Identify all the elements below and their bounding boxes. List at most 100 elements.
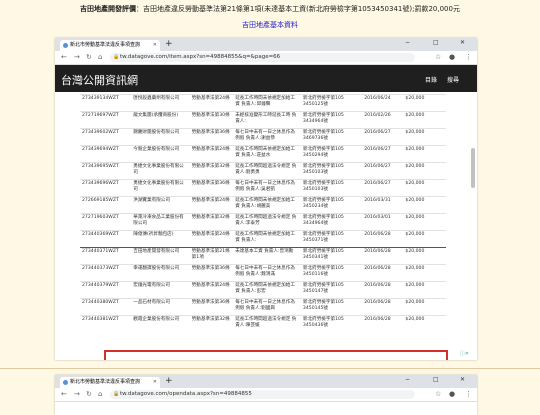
reload-icon[interactable]: ↻: [86, 53, 92, 61]
home-icon[interactable]: ⌂: [98, 53, 102, 61]
table-cell: 勇捷文化事業股份有限公司: [131, 162, 190, 180]
site-title[interactable]: 台灣公開資訊網: [61, 72, 138, 88]
caption: 吉田地產開發評價：吉田地產違反勞動基準法第21條第1項(未達基本工資(新北府勞檢…: [0, 4, 540, 14]
table-cell: 勞動基準法第36條: [189, 179, 234, 197]
highlight-box: [104, 350, 448, 360]
table-cell: 龍文集團(承攬商股份): [131, 111, 190, 129]
star-icon[interactable]: ☆: [435, 390, 441, 398]
table-cell: 延長工作時間未依規定加給工資 負責人:邱鐘聲: [233, 94, 301, 112]
table-cell: 新北府勞檢字第105 3450294號: [300, 145, 363, 163]
table-cell: $20,000: [403, 111, 446, 129]
table-cell: $20,000: [403, 145, 446, 163]
table-cell: 新北府勞檢字第105 3450116號: [300, 264, 363, 282]
browser-tab-2[interactable]: 新北市勞動基準法違反事項查詢 ✕: [60, 377, 160, 388]
scrollbar[interactable]: [471, 148, 475, 188]
ad-choices-icon[interactable]: ⓘ✕: [460, 350, 469, 357]
table-cell: 每七日中未有一日之休息作為例假 負責人:魏鴻滿: [233, 264, 301, 282]
back-icon[interactable]: ←: [61, 53, 67, 61]
table-cell: 錦慶財團股份有限公司: [131, 128, 190, 146]
caption-label: 吉田地產開發評價: [80, 5, 137, 13]
table-cell: 洪湖實業有限公司: [131, 196, 190, 214]
table-cell: 匯悅殺蟲藥劑有限公司: [131, 94, 190, 112]
url-field-2[interactable]: 🔒 tw.datagove.com/opendata.aspx?sn=49884…: [110, 390, 415, 399]
table-cell: 273440380WZT: [80, 298, 132, 316]
table-cell: 勞動基準法第32條: [189, 315, 234, 332]
table-cell: 新北府勞檢字第105 3434964號: [300, 213, 363, 231]
nav-search[interactable]: 搜尋: [447, 75, 459, 84]
table-cell: 2016/06/28: [362, 264, 404, 282]
lock-icon: 🔒: [113, 391, 120, 397]
maximize-button-2[interactable]: □: [433, 376, 439, 383]
close-tab-icon[interactable]: ✕: [153, 377, 157, 388]
table-cell: 2016/06/27: [362, 179, 404, 197]
table-cell: 2016/06/28: [362, 315, 404, 332]
table-cell: 2016/03/31: [362, 196, 404, 214]
url-text-2: tw.datagove.com/opendata.aspx?sn=4988485…: [120, 391, 252, 397]
table-cell: 新北府勞檢字第105 3450436號: [300, 315, 363, 332]
forward-icon[interactable]: →: [74, 53, 80, 61]
table-cell: 272719697WZT: [80, 111, 132, 129]
table-cell: 2016/06/27: [362, 162, 404, 180]
table-cell: 勞動基準法第32條: [189, 162, 234, 180]
table-row: 273440369WZT 陳億傳(祈昇麵包店) 勞動基準法第24條 延長工作時間未依規…: [80, 230, 446, 248]
table-cell: 未達基本工資 負責人:曾鴻勳: [233, 247, 301, 265]
table-cell: 延長工作時間未依規定加給工資 負責人:胡麗美: [233, 196, 301, 214]
table-cell: 新北府勞檢字第105 3450103號: [300, 179, 363, 197]
table-row: 272719697WZT 龍文集團(承攬商股份) 勞動基準法第30條 未經核准變形工時…: [80, 111, 446, 129]
table-row: 273439694WZT 今競企業股份有限公司 勞動基準法第24條 延長工作時間未依規…: [80, 145, 446, 163]
table-cell: 吉田地產開發有限公司: [131, 247, 190, 265]
favicon-icon: [63, 380, 68, 385]
new-tab-button[interactable]: +: [165, 39, 173, 49]
nav-home[interactable]: 目錄: [425, 75, 437, 84]
browser-window-1: 新北市勞動基準法違反事項查詢 ✕ + − □ ✕ ← → ↻ ⌂ 🔒 tw.da…: [55, 38, 477, 360]
table-cell: 勞動基準法第36條: [189, 264, 234, 282]
table-cell: $20,000: [403, 230, 446, 248]
minimize-button-2[interactable]: −: [405, 376, 410, 383]
table-cell: 2016/06/27: [362, 128, 404, 146]
table-cell: 勞動基準法第24條: [189, 94, 234, 112]
new-tab-button-2[interactable]: +: [165, 376, 173, 386]
close-tab-icon[interactable]: ✕: [153, 40, 157, 51]
caption-link[interactable]: 吉田地產基本資料: [0, 20, 540, 30]
url-field[interactable]: 🔒 tw.datagove.com/item.aspx?sn=49884855&…: [110, 53, 415, 62]
table-row: 273440379WZT 宏鐘光電有限公司 勞動基準法第24條 延長工作時間未依規定加…: [80, 281, 446, 299]
table-cell: 2016/02/26: [362, 111, 404, 129]
table-cell: 延長工作時間超過法令規定 負責人:陳芸媛: [233, 315, 301, 332]
close-window-button[interactable]: ✕: [460, 39, 465, 46]
browser-window-2: 新北市勞動基準法違反事項查詢 ✕ + − □ ✕ ← → ↻ ⌂ 🔒 tw.da…: [55, 375, 477, 415]
back-icon[interactable]: ←: [61, 390, 67, 398]
table-cell: 新北府勞檢字第105 3469736號: [300, 128, 363, 146]
table-cell: 新北府勞檢字第105 3450145號: [300, 298, 363, 316]
table-cell: 2016/06/28: [362, 298, 404, 316]
table-cell: 273439694WZT: [80, 145, 132, 163]
site-header: 台灣公開資訊網 目錄 搜尋: [55, 65, 477, 93]
table-cell: 2016/06/28: [362, 247, 404, 265]
table-cell: 272669185WZT: [80, 196, 132, 214]
table-cell: 勞動基準法第36條: [189, 298, 234, 316]
url-text: tw.datagove.com/item.aspx?sn=49884855&q=…: [120, 54, 281, 60]
table-cell: 幸運翻譯股份有限公司: [131, 264, 190, 282]
home-icon[interactable]: ⌂: [98, 390, 102, 398]
table-cell: 2016/06/24: [362, 94, 404, 112]
browser-tab[interactable]: 新北市勞動基準法違反事項查詢 ✕: [60, 40, 160, 51]
table-cell: $20,000: [403, 196, 446, 214]
table-cell: 延長工作時間未依規定加給工資 負責人:莊益水: [233, 145, 301, 163]
reload-icon[interactable]: ↻: [86, 390, 92, 398]
table-cell: 新北府勞檢字第105 3450147號: [300, 281, 363, 299]
table-cell: 未經核准變形工時延長工時 負責人:: [233, 111, 301, 129]
account-icon[interactable]: ●: [449, 390, 455, 398]
violations-table: 273439134WZT 匯悅殺蟲藥劑有限公司 勞動基準法第24條 延長工作時間未依規…: [80, 94, 446, 332]
account-icon[interactable]: ●: [449, 53, 455, 61]
table-cell: $20,000: [403, 213, 446, 231]
maximize-button[interactable]: □: [433, 39, 439, 46]
star-icon[interactable]: ☆: [435, 53, 441, 61]
forward-icon[interactable]: →: [74, 390, 80, 398]
lock-icon: 🔒: [113, 54, 120, 60]
close-window-button-2[interactable]: ✕: [460, 376, 465, 383]
menu-icon[interactable]: ⋮: [465, 390, 472, 398]
table-cell: 勞動基準法第32條: [189, 213, 234, 231]
table-cell: 273440369WZT: [80, 230, 132, 248]
minimize-button[interactable]: −: [405, 39, 410, 46]
table-row: 273439695WZT 勇捷文化事業股份有限公司 勞動基準法第32條 延長工作時間超…: [80, 162, 446, 180]
menu-icon[interactable]: ⋮: [465, 53, 472, 61]
